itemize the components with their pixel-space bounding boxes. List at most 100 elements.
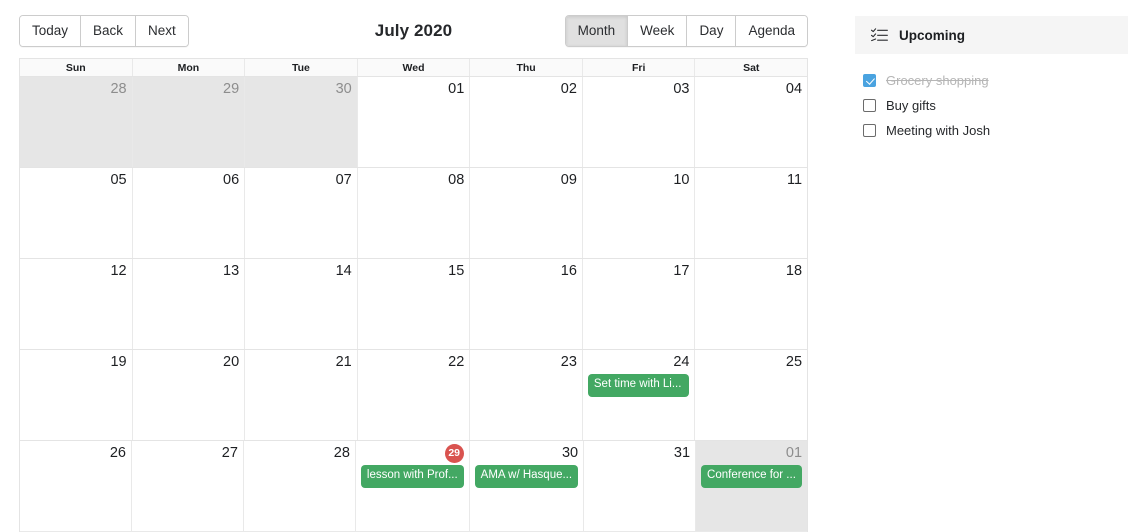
day-cell[interactable]: 21 [245, 350, 358, 440]
upcoming-header: Upcoming [855, 16, 1128, 54]
day-cell[interactable]: 15 [357, 259, 471, 349]
day-number: 30 [335, 81, 352, 97]
day-cell[interactable]: 28 [20, 77, 133, 167]
day-cell[interactable]: 31 [584, 441, 697, 531]
view-day-button[interactable]: Day [687, 16, 737, 46]
day-number: 26 [109, 445, 126, 461]
day-cell[interactable]: 10 [582, 168, 696, 258]
day-number: 27 [221, 445, 238, 461]
upcoming-task-item[interactable]: Buy gifts [863, 93, 1128, 118]
day-cell[interactable]: 09 [470, 168, 583, 258]
checklist-icon [871, 28, 888, 42]
day-number: 09 [560, 172, 577, 188]
day-cell[interactable]: 14 [245, 259, 358, 349]
day-cell[interactable]: 27 [131, 441, 244, 531]
day-of-week-sun: Sun [20, 59, 133, 76]
week-row: 19 20 21 22 23 24 Set time with Li... 25 [20, 350, 808, 441]
day-of-week-header-row: Sun Mon Tue Wed Thu Fri Sat [20, 59, 807, 77]
day-cell[interactable]: 30 [245, 77, 358, 167]
calendar-event[interactable]: lesson with Prof... [360, 465, 464, 488]
day-number: 15 [448, 263, 465, 279]
week-row: 26 27 28 29 lesson with Prof... 30 AMA w/ Hasq… [20, 441, 808, 532]
day-number: 22 [448, 354, 465, 370]
day-number: 14 [335, 263, 352, 279]
view-week-button[interactable]: Week [628, 16, 688, 46]
day-cell[interactable]: 18 [695, 259, 808, 349]
upcoming-title: Upcoming [899, 27, 965, 43]
day-cell[interactable]: 04 [695, 77, 808, 167]
day-of-week-thu: Thu [470, 59, 583, 76]
upcoming-task-list: Grocery shopping Buy gifts Meeting with Jo… [855, 68, 1128, 143]
day-of-week-fri: Fri [583, 59, 696, 76]
day-cell[interactable]: 12 [20, 259, 133, 349]
week-row: 05 06 07 08 09 10 11 [20, 168, 808, 259]
day-cell[interactable]: 01 [357, 77, 471, 167]
day-cell[interactable]: 13 [132, 259, 246, 349]
upcoming-panel: Upcoming Grocery shopping Buy gifts Meetin… [855, 16, 1128, 143]
day-number: 01 [448, 81, 465, 97]
day-number: 18 [785, 263, 803, 279]
upcoming-task-label: Meeting with Josh [886, 123, 991, 138]
day-cell[interactable]: 26 [20, 441, 132, 531]
upcoming-task-label: Buy gifts [886, 98, 936, 113]
day-number: 11 [786, 172, 803, 188]
checkbox-checked-icon[interactable] [863, 74, 876, 87]
day-cell[interactable]: 23 [470, 350, 583, 440]
day-of-week-wed: Wed [358, 59, 471, 76]
day-of-week-sat: Sat [743, 61, 760, 74]
day-number: 17 [673, 263, 690, 279]
day-cell[interactable]: 03 [582, 77, 696, 167]
day-number: 19 [110, 354, 127, 370]
day-cell[interactable]: 02 [470, 77, 583, 167]
day-cell[interactable]: 20 [132, 350, 246, 440]
next-button[interactable]: Next [136, 16, 188, 46]
day-cell[interactable]: 22 [357, 350, 471, 440]
day-cell[interactable]: 05 [20, 168, 133, 258]
day-number: 07 [335, 172, 352, 188]
back-button[interactable]: Back [81, 16, 137, 46]
day-cell[interactable]: 29 [132, 77, 246, 167]
calendar-app: Today Back Next July 2020 Month Week Day Agen… [0, 0, 1146, 532]
calendar-event[interactable]: Set time with Li... [587, 374, 690, 397]
day-cell[interactable]: 25 [695, 350, 808, 440]
week-row: 12 13 14 15 16 17 18 [20, 259, 808, 350]
calendar-event[interactable]: Conference for ... [701, 465, 803, 488]
upcoming-task-label: Grocery shopping [886, 73, 989, 88]
day-number: 28 [110, 81, 127, 97]
day-number: 30 [561, 445, 579, 461]
calendar-event[interactable]: AMA w/ Hasque... [474, 465, 579, 488]
day-of-week-tue: Tue [245, 59, 358, 76]
day-cell[interactable]: 28 [243, 441, 356, 531]
day-number: 20 [223, 354, 240, 370]
checkbox-unchecked-icon[interactable] [863, 124, 876, 137]
day-cell[interactable]: 29 lesson with Prof... [355, 441, 470, 531]
navigation-button-group: Today Back Next [19, 15, 189, 47]
day-number: 04 [785, 81, 803, 97]
view-agenda-button[interactable]: Agenda [736, 16, 807, 46]
day-number: 29 [361, 444, 464, 463]
day-number: 25 [785, 354, 803, 370]
view-month-button[interactable]: Month [565, 16, 629, 46]
day-number: 03 [673, 81, 690, 97]
day-number: 12 [110, 263, 127, 279]
day-number: 08 [448, 172, 465, 188]
day-cell[interactable]: 19 [20, 350, 133, 440]
day-cell[interactable]: 08 [357, 168, 471, 258]
upcoming-task-item[interactable]: Grocery shopping [863, 68, 1128, 93]
day-cell[interactable]: 17 [582, 259, 696, 349]
day-number: 23 [560, 354, 577, 370]
day-cell[interactable]: 30 AMA w/ Hasque... [469, 441, 585, 531]
day-cell[interactable]: 24 Set time with Li... [582, 350, 696, 440]
day-number: 13 [223, 263, 240, 279]
today-button[interactable]: Today [20, 16, 82, 46]
calendar-panel: Today Back Next July 2020 Month Week Day Agen… [19, 15, 808, 532]
day-number: 06 [223, 172, 240, 188]
day-cell[interactable]: 16 [470, 259, 583, 349]
day-cell[interactable]: 11 [695, 168, 808, 258]
checkbox-unchecked-icon[interactable] [863, 99, 876, 112]
day-cell[interactable]: 07 [245, 168, 358, 258]
day-cell[interactable]: 01 Conference for ... [696, 441, 808, 531]
month-grid: Sun Mon Tue Wed Thu Fri Sat 28 29 30 01 02 03 04 05 06… [19, 58, 808, 532]
day-cell[interactable]: 06 [132, 168, 246, 258]
upcoming-task-item[interactable]: Meeting with Josh [863, 118, 1128, 143]
